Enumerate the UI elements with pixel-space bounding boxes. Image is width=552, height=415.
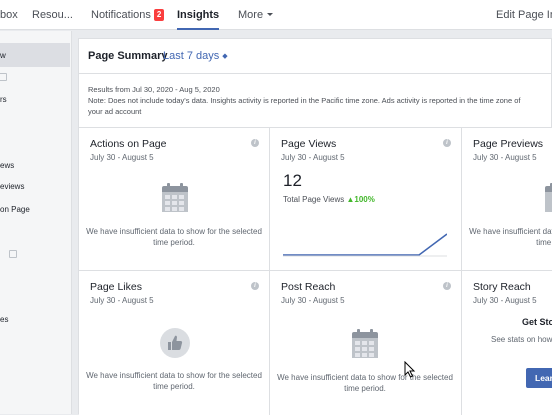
- insufficient-data-message: We have insufficient data to show for th…: [469, 227, 552, 247]
- export-icon[interactable]: [0, 73, 7, 81]
- insufficient-data-message: We have insufficient data to show for th…: [277, 373, 453, 393]
- page-summary-title: Page Summary: [88, 50, 168, 62]
- info-icon[interactable]: i: [251, 139, 259, 147]
- get-started-heading: Get Stor: [522, 317, 552, 327]
- card-date-range: July 30 - August 5: [90, 296, 154, 305]
- calendar-icon: [545, 183, 552, 213]
- calendar-icon: [162, 183, 188, 213]
- tab-insights[interactable]: Insights: [177, 0, 220, 30]
- tab-resources[interactable]: Resou...: [32, 0, 73, 30]
- card-title: Page Views: [281, 138, 337, 150]
- page-summary-panel: Page Summary Last 7 days ◆ Results from J…: [78, 38, 552, 415]
- card-actions-on-page[interactable]: Actions on Page July 30 - August 5 i We …: [79, 128, 269, 270]
- tab-more-label: More: [238, 9, 264, 21]
- results-date-range: Results from Jul 30, 2020 - Aug 5, 2020: [88, 85, 220, 94]
- total-page-views-label: Total Page Views ▲100%: [283, 195, 375, 204]
- tab-notifications-label: Notifications: [91, 9, 151, 21]
- card-title: Post Reach: [281, 281, 336, 293]
- card-title: Actions on Page: [90, 138, 167, 150]
- sidebar-item-views[interactable]: ews: [0, 161, 14, 170]
- card-date-range: July 30 - August 5: [281, 153, 345, 162]
- total-page-views-value: 12: [283, 171, 302, 190]
- page-views-sparkline: [283, 233, 447, 257]
- card-date-range: July 30 - August 5: [473, 153, 537, 162]
- card-post-reach[interactable]: Post Reach July 30 - August 5 i We have …: [270, 271, 461, 415]
- sidebar-item-promotions[interactable]: rs: [0, 95, 7, 104]
- sidebar-item-overview[interactable]: w: [0, 51, 6, 60]
- insights-sidebar: w rs ews eviews on Page es: [0, 31, 72, 414]
- page-views-change: ▲100%: [346, 195, 375, 204]
- sidebar-item-stories[interactable]: es: [0, 315, 8, 324]
- info-icon[interactable]: i: [251, 282, 259, 290]
- dropdown-arrow-icon: ◆: [222, 53, 228, 60]
- insufficient-data-message: We have insufficient data to show for th…: [86, 227, 262, 247]
- timezone-note: Note: Does not include today's data. Ins…: [88, 96, 521, 116]
- tab-edit-page-info[interactable]: Edit Page Inf: [496, 0, 552, 30]
- tab-more[interactable]: More: [238, 0, 274, 30]
- sidebar-item-actions-on-page[interactable]: on Page: [0, 205, 30, 214]
- export-icon[interactable]: [9, 250, 17, 258]
- card-page-likes[interactable]: Page Likes July 30 - August 5 i We have …: [79, 271, 269, 415]
- card-page-views[interactable]: Page Views July 30 - August 5 i 12 Total…: [270, 128, 461, 270]
- card-title: Story Reach: [473, 281, 531, 293]
- card-title: Page Previews: [473, 138, 544, 150]
- total-page-views-text: Total Page Views: [283, 195, 345, 204]
- insufficient-data-message: We have insufficient data to show for th…: [86, 371, 262, 391]
- tab-notifications[interactable]: Notifications 2: [91, 0, 165, 30]
- sidebar-selected-highlight: [0, 43, 70, 67]
- sidebar-item-previews[interactable]: eviews: [0, 182, 24, 191]
- card-date-range: July 30 - August 5: [281, 296, 345, 305]
- info-icon[interactable]: i: [443, 282, 451, 290]
- card-date-range: July 30 - August 5: [473, 296, 537, 305]
- card-page-previews[interactable]: Page Previews July 30 - August 5 We have…: [462, 128, 552, 270]
- learn-more-button[interactable]: Learn: [526, 368, 552, 388]
- tab-inbox[interactable]: box: [0, 0, 18, 30]
- date-range-label: Last 7 days: [163, 50, 220, 62]
- divider: [79, 73, 552, 74]
- card-story-reach[interactable]: Story Reach July 30 - August 5 Get Stor …: [462, 271, 552, 415]
- page-top-nav: box Resou... Notifications 2 Insights Mor…: [0, 0, 552, 30]
- thumbs-up-icon: [160, 328, 190, 358]
- card-date-range: July 30 - August 5: [90, 153, 154, 162]
- date-range-dropdown[interactable]: Last 7 days ◆: [163, 50, 228, 62]
- info-icon[interactable]: i: [443, 139, 451, 147]
- story-description: See stats on how stories hav: [491, 335, 552, 344]
- chevron-down-icon: [267, 13, 274, 16]
- calendar-icon: [352, 329, 378, 359]
- card-title: Page Likes: [90, 281, 142, 293]
- notifications-count-badge: 2: [153, 9, 165, 21]
- mouse-cursor-icon: [404, 361, 416, 378]
